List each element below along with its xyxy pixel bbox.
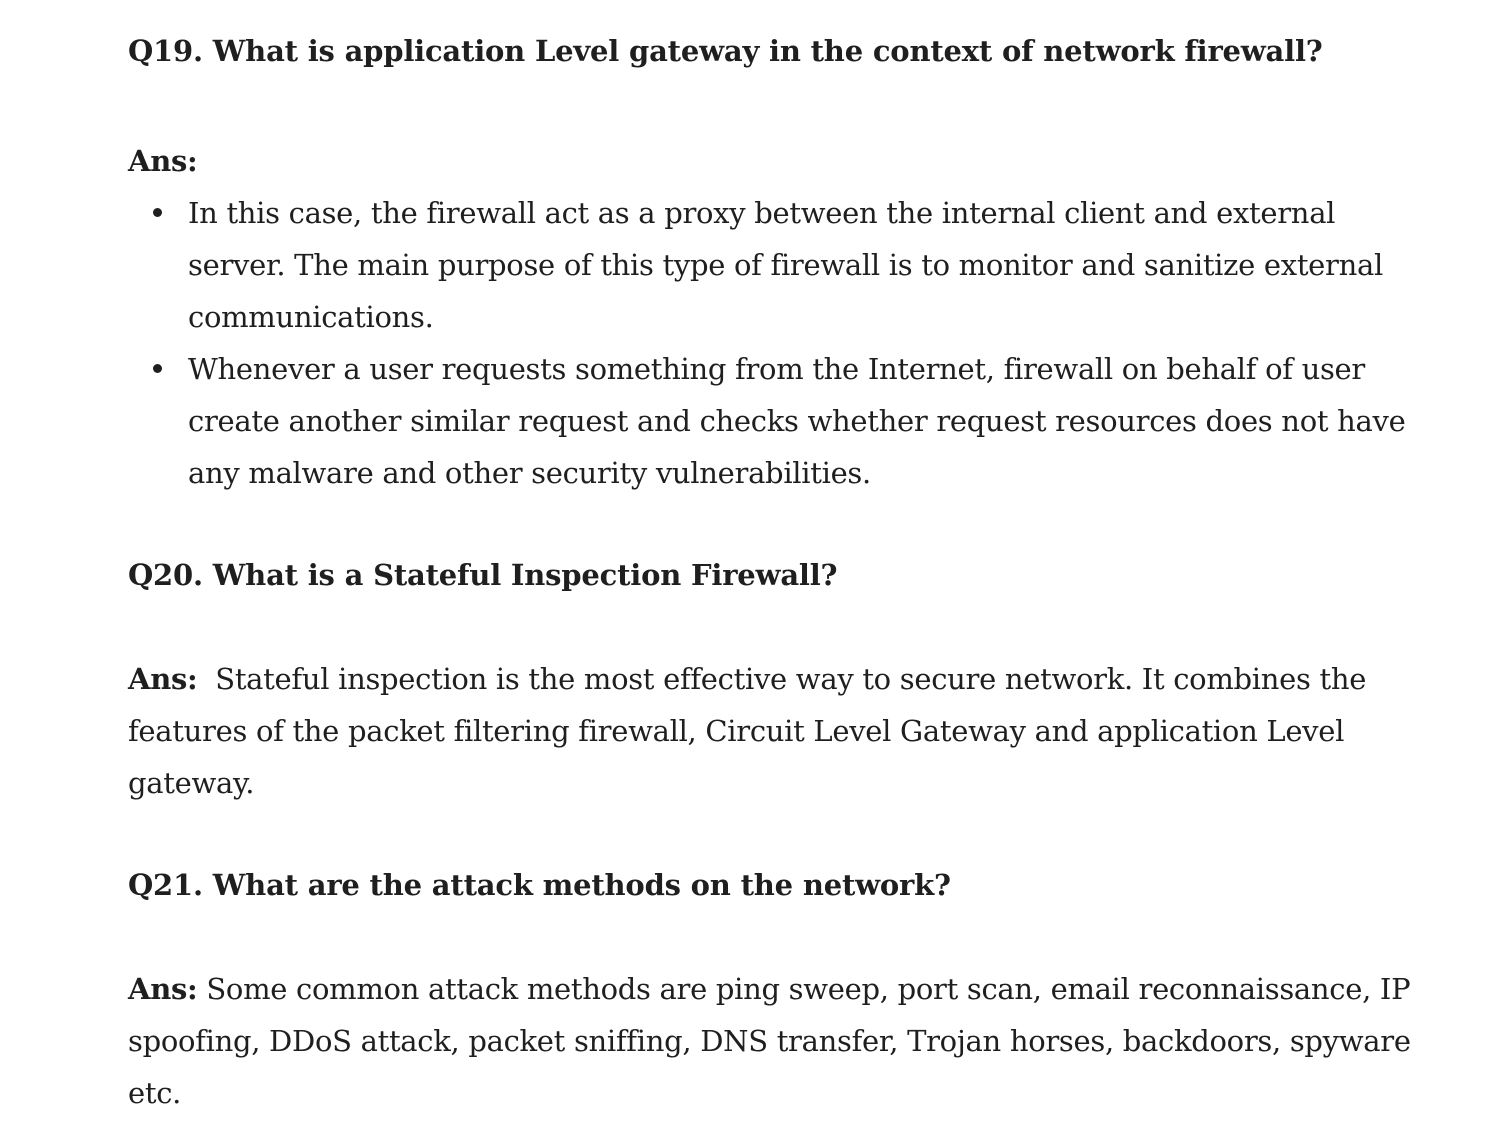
list-item: In this case, the firewall act as a prox… bbox=[128, 187, 1418, 343]
bullet-dot-icon bbox=[153, 208, 162, 217]
ans-label: Ans: bbox=[128, 972, 198, 1006]
question-heading-q19: Q19. What is application Level gateway i… bbox=[128, 34, 1323, 68]
list-item: Whenever a user requests something from … bbox=[128, 343, 1418, 499]
article-content: Q19. What is application Level gateway i… bbox=[128, 27, 1418, 1119]
answer-paragraph-q21: Ans: Some common attack methods are ping… bbox=[128, 963, 1418, 1119]
list-item-text: In this case, the firewall act as a prox… bbox=[188, 196, 1383, 334]
list-item-text: Whenever a user requests something from … bbox=[188, 352, 1406, 490]
answer-text: Stateful inspection is the most effectiv… bbox=[128, 662, 1367, 800]
bullet-dot-icon bbox=[153, 364, 162, 373]
ans-label: Ans: bbox=[128, 144, 198, 178]
ans-label: Ans: bbox=[128, 662, 198, 696]
answer-bullet-list: In this case, the firewall act as a prox… bbox=[128, 187, 1418, 499]
answer-text: Some common attack methods are ping swee… bbox=[128, 972, 1411, 1110]
answer-label-q19: Ans: bbox=[128, 135, 1418, 187]
question-heading-q20: Q20. What is a Stateful Inspection Firew… bbox=[128, 558, 838, 592]
answer-paragraph-q20: Ans: Stateful inspection is the most eff… bbox=[128, 653, 1418, 809]
question-heading-q21: Q21. What are the attack methods on the … bbox=[128, 868, 951, 902]
